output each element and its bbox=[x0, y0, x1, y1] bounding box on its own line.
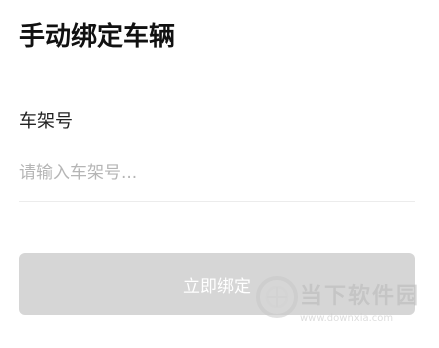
vin-label: 车架号 bbox=[19, 111, 73, 132]
input-divider bbox=[19, 201, 415, 202]
page-title: 手动绑定车辆 bbox=[19, 22, 176, 52]
watermark: 当下软件园 www.downxia.com bbox=[254, 270, 434, 330]
vin-input[interactable] bbox=[19, 156, 415, 190]
watermark-brand: 当下软件园 bbox=[300, 284, 421, 309]
watermark-url: www.downxia.com bbox=[300, 313, 394, 324]
watermark-logo-icon bbox=[256, 276, 298, 318]
